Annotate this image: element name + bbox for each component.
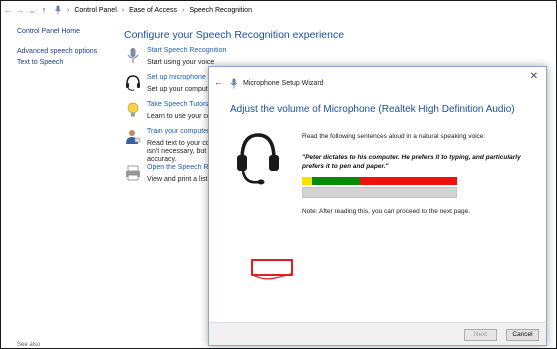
volume-segment-low bbox=[302, 177, 312, 185]
annotation-scribble bbox=[250, 272, 294, 280]
volume-track bbox=[302, 187, 457, 198]
volume-segment-high bbox=[360, 177, 457, 185]
text-to-speech-link[interactable]: Text to Speech bbox=[17, 59, 117, 66]
headset-icon bbox=[237, 133, 279, 185]
control-panel-window: ← → ⌄ ↑ › Control Panel › Ease of Access… bbox=[0, 0, 557, 349]
breadcrumb-control-panel[interactable]: Control Panel bbox=[74, 7, 116, 14]
printer-icon bbox=[126, 165, 140, 181]
microphone-setup-wizard-dialog: ← Microphone Setup Wizard ✕ Adjust the v… bbox=[208, 66, 547, 346]
next-button[interactable]: Next bbox=[464, 329, 497, 341]
back-arrow-icon[interactable]: ← bbox=[2, 2, 14, 18]
breadcrumb-speech-recognition[interactable]: Speech Recognition bbox=[189, 7, 252, 14]
page-title: Configure your Speech Recognition experi… bbox=[124, 29, 345, 41]
instruction-text: Read the following sentences aloud in a … bbox=[302, 133, 486, 140]
recent-dropdown-icon[interactable]: ⌄ bbox=[26, 2, 38, 18]
chevron-right-icon: › bbox=[67, 6, 70, 14]
chevron-right-icon: › bbox=[121, 6, 125, 14]
lightbulb-icon bbox=[127, 102, 139, 117]
read-aloud-sentence: "Peter dictates to his computer. He pref… bbox=[302, 154, 521, 170]
option-title[interactable]: Start Speech Recognition bbox=[147, 47, 247, 54]
microphone-icon bbox=[230, 78, 238, 89]
control-panel-home-link[interactable]: Control Panel Home bbox=[17, 28, 117, 35]
advanced-speech-options-link[interactable]: Advanced speech options bbox=[17, 48, 117, 55]
back-arrow-icon[interactable]: ← bbox=[214, 77, 223, 87]
see-also-label: See also bbox=[17, 342, 41, 348]
forward-arrow-icon[interactable]: → bbox=[14, 2, 26, 18]
breadcrumb-ease-of-access[interactable]: Ease of Access bbox=[129, 7, 177, 14]
volume-level-meter bbox=[302, 177, 457, 185]
microphone-icon bbox=[127, 48, 139, 63]
volume-segment-mid bbox=[312, 177, 360, 185]
user-training-icon bbox=[126, 130, 141, 144]
address-bar: ← → ⌄ ↑ › Control Panel › Ease of Access… bbox=[2, 2, 557, 18]
left-navigation: Control Panel Home Advanced speech optio… bbox=[17, 28, 117, 70]
up-arrow-icon[interactable]: ↑ bbox=[38, 2, 50, 18]
dialog-title: Microphone Setup Wizard bbox=[243, 80, 324, 87]
headset-icon bbox=[126, 75, 140, 91]
dialog-footer: Next Cancel bbox=[209, 322, 546, 345]
dialog-heading: Adjust the volume of Microphone (Realtek… bbox=[230, 104, 515, 115]
cancel-button[interactable]: Cancel bbox=[506, 329, 539, 341]
close-icon[interactable]: ✕ bbox=[530, 71, 538, 82]
note-text: Note: After reading this, you can procee… bbox=[302, 208, 471, 215]
microphone-icon bbox=[55, 5, 61, 15]
dialog-header: ← Microphone Setup Wizard ✕ bbox=[209, 67, 546, 95]
chevron-right-icon: › bbox=[181, 6, 185, 14]
